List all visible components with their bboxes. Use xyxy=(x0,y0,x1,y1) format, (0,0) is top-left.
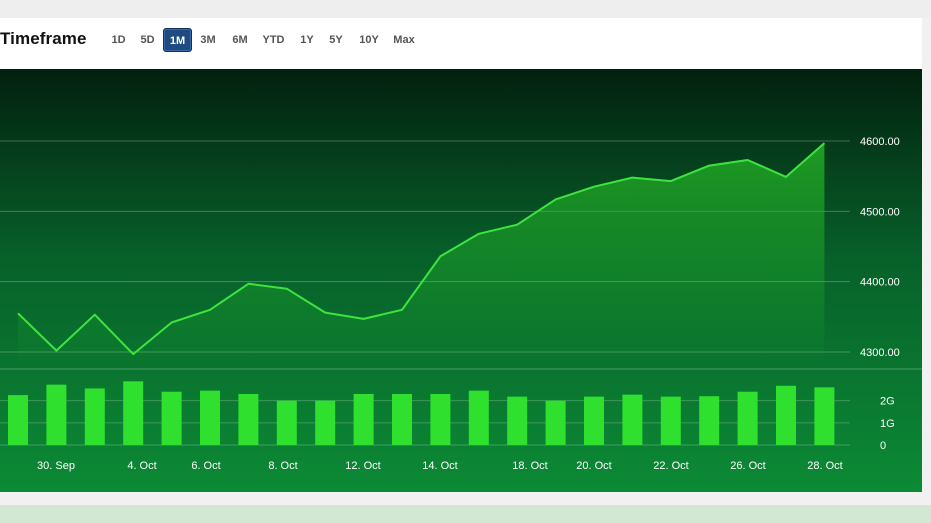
timeframe-button-1d[interactable]: 1D xyxy=(111,28,126,52)
volume-bar xyxy=(123,381,144,445)
volume-tick-label: 0 xyxy=(880,440,886,452)
volume-bar xyxy=(161,391,182,445)
x-tick-label: 20. Oct xyxy=(576,460,611,472)
volume-bar xyxy=(8,395,28,445)
y-tick-label: 4400.00 xyxy=(860,277,900,289)
volume-bar xyxy=(699,396,720,445)
x-tick-label: 30. Sep xyxy=(37,460,75,472)
volume-bar xyxy=(507,396,528,445)
volume-bar xyxy=(545,400,566,445)
volume-bar xyxy=(392,393,412,445)
x-tick-label: 8. Oct xyxy=(268,460,297,472)
timeframe-button-max[interactable]: Max xyxy=(390,28,418,52)
x-tick-label: 26. Oct xyxy=(730,460,765,472)
x-tick-label: 12. Oct xyxy=(345,460,380,472)
timeframe-button-6m[interactable]: 6M xyxy=(229,28,251,52)
volume-bar xyxy=(46,384,67,445)
timeframe-button-ytd[interactable]: YTD xyxy=(260,28,287,52)
volume-bar xyxy=(276,400,297,445)
y-tick-label: 4500.00 xyxy=(860,206,900,218)
x-tick-label: 6. Oct xyxy=(191,460,220,472)
timeframe-button-5d[interactable]: 5D xyxy=(139,28,156,52)
volume-bar xyxy=(84,388,105,445)
chart-card: Timeframe 1D 5D 1M 3M 6M YTD 1Y 5Y 10Y M… xyxy=(0,18,922,492)
volume-bar xyxy=(430,393,451,445)
price-chart[interactable]: 4600.00 4500.00 4400.00 4300.00 2G 1G 0 30. Sep… xyxy=(0,69,922,492)
bottom-band xyxy=(0,505,931,523)
top-band xyxy=(0,0,931,18)
chart-area[interactable]: 4600.00 4500.00 4400.00 4300.00 2G 1G 0 30. Sep… xyxy=(0,69,922,492)
x-tick-label: 28. Oct xyxy=(807,460,842,472)
timeframe-button-5y[interactable]: 5Y xyxy=(326,28,346,52)
timeframe-button-3m[interactable]: 3M xyxy=(197,28,219,52)
timeframe-button-1y[interactable]: 1Y xyxy=(297,28,317,52)
volume-bar xyxy=(814,387,835,445)
volume-bar xyxy=(353,393,374,445)
x-tick-label: 18. Oct xyxy=(512,460,547,472)
y-tick-label: 4300.00 xyxy=(860,347,900,359)
x-tick-label: 22. Oct xyxy=(653,460,688,472)
volume-bar xyxy=(660,396,681,445)
volume-bar xyxy=(776,385,796,445)
x-tick-label: 4. Oct xyxy=(127,460,156,472)
volume-bar xyxy=(315,400,336,445)
timeframe-toolbar: Timeframe 1D 5D 1M 3M 6M YTD 1Y 5Y 10Y M… xyxy=(0,18,922,68)
volume-bar xyxy=(468,390,489,445)
volume-bar xyxy=(622,394,643,445)
volume-bar xyxy=(200,390,220,445)
timeframe-title: Timeframe xyxy=(0,29,87,48)
x-tick-label: 14. Oct xyxy=(422,460,457,472)
volume-bar xyxy=(238,393,259,445)
volume-bar xyxy=(737,391,758,445)
timeframe-button-1m[interactable]: 1M xyxy=(163,28,192,52)
volume-tick-label: 2G xyxy=(880,396,895,408)
volume-tick-label: 1G xyxy=(880,418,895,430)
y-tick-label: 4600.00 xyxy=(860,136,900,148)
timeframe-button-10y[interactable]: 10Y xyxy=(355,28,383,52)
volume-bar xyxy=(584,396,604,445)
